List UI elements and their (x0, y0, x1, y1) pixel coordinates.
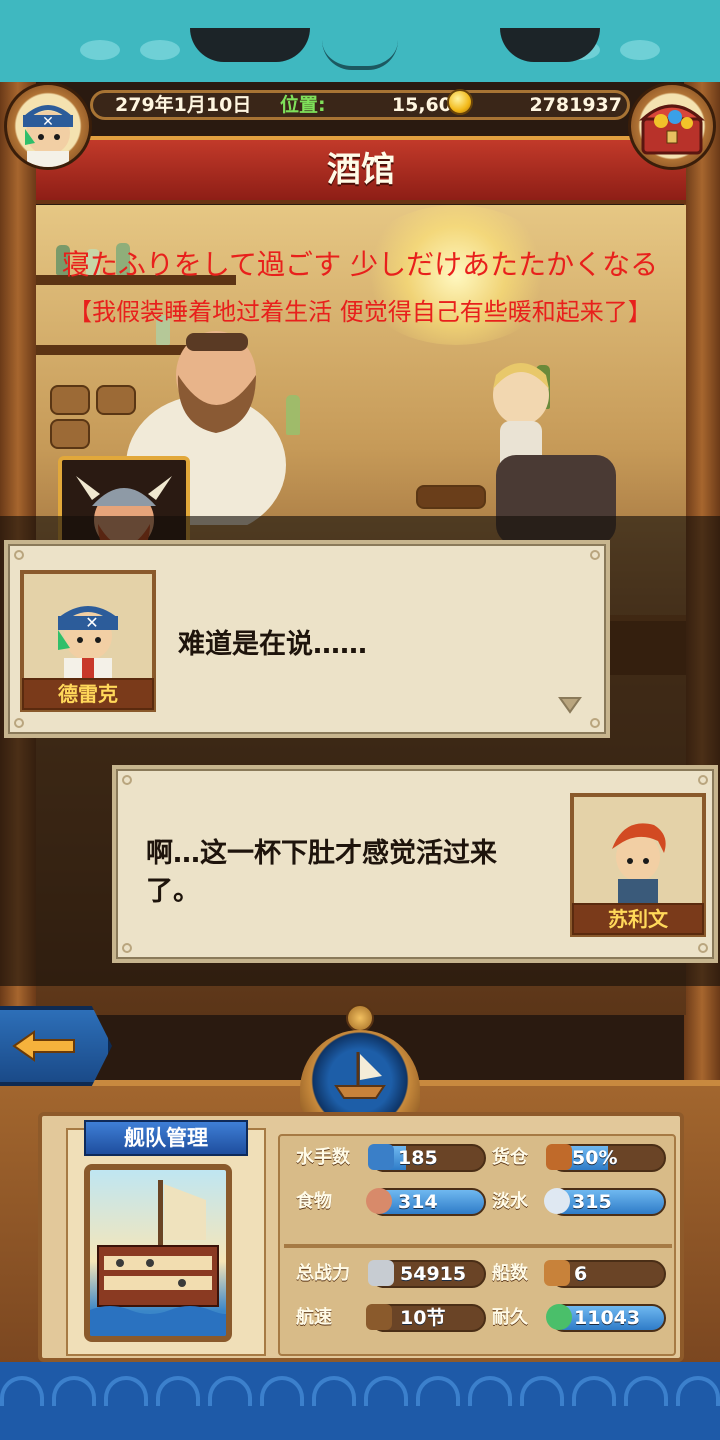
speaker-name: 苏利文 (572, 903, 704, 935)
dialog-box-sullivan[interactable]: 啊…这一杯下肚才感觉活过来 了。 苏利文 (112, 765, 718, 963)
stat-value-cargo: 50% (572, 1147, 618, 1169)
wave (104, 1376, 148, 1406)
sailor-icon (368, 1144, 394, 1170)
wave (0, 1376, 44, 1406)
stat-label-durability: 耐久 (492, 1307, 528, 1328)
speaker-name: 德雷克 (22, 678, 154, 710)
svg-text:✕: ✕ (42, 114, 54, 130)
stat-value-speed: 10节 (400, 1307, 446, 1329)
stat-label-cargo: 货仓 (492, 1147, 528, 1168)
stat-value-water: 315 (572, 1191, 612, 1213)
dialog-corner (698, 943, 708, 953)
dialog-text-line: 了。 (146, 876, 200, 907)
subtitle-japanese: 寝たふりをして過ごす 少しだけあたたかくなる (61, 248, 659, 281)
wave (468, 1376, 512, 1406)
stat-label-water: 淡水 (492, 1191, 528, 1212)
captain-avatar-icon: ✕ (23, 105, 73, 167)
stat-value-ship-count: 6 (574, 1263, 588, 1285)
fleet-management-title[interactable]: 舰队管理 (84, 1120, 248, 1156)
location-label: 位置: (280, 94, 326, 116)
treasure-chest-button[interactable] (628, 82, 716, 170)
ship-count-icon (544, 1260, 570, 1286)
banner-mouth (322, 40, 398, 70)
stat-value-durability: 11043 (574, 1307, 641, 1329)
banner-decoration (140, 40, 180, 60)
dialog-corner (122, 943, 132, 953)
stat-label-sailors: 水手数 (296, 1147, 350, 1168)
location-coordinates: 15,60 (391, 94, 452, 116)
stat-value-combat: 54915 (400, 1263, 467, 1285)
stat-value-sailors: 185 (398, 1147, 438, 1169)
ship-cross-section-image (84, 1164, 232, 1342)
wave (364, 1376, 408, 1406)
treasure-chest-icon (639, 104, 705, 155)
wave (520, 1376, 564, 1406)
wave (260, 1376, 304, 1406)
top-banner (0, 0, 720, 82)
dialog-box-drake[interactable]: ✕ 德雷克 难道是在说…… (4, 540, 610, 738)
back-arrow-icon (10, 1028, 90, 1064)
wave (156, 1376, 200, 1406)
game-date: 279年1月10日 (115, 94, 252, 116)
emblem-ornament (346, 1004, 374, 1032)
combat-icon (368, 1260, 394, 1286)
ship-sail-icon (334, 1052, 386, 1099)
sullivan-portrait-icon (612, 823, 666, 905)
dialog-corner (590, 550, 600, 560)
stool (416, 485, 486, 509)
water-icon (544, 1188, 570, 1214)
wave (416, 1376, 460, 1406)
wave (52, 1376, 96, 1406)
wave (676, 1376, 720, 1406)
stat-label-ship-count: 船数 (492, 1263, 528, 1284)
speaker-portrait: ✕ 德雷克 (20, 570, 156, 712)
stat-label-combat: 总战力 (296, 1263, 350, 1284)
sea-decoration (0, 1362, 720, 1440)
sail-button[interactable] (300, 1030, 420, 1114)
durability-icon (546, 1304, 572, 1330)
dialog-corner (14, 550, 24, 560)
gold-amount: 2781937 (529, 94, 622, 116)
wave (572, 1376, 616, 1406)
food-icon (366, 1188, 392, 1214)
gold-coin-icon (447, 89, 473, 115)
dialog-corner (122, 775, 132, 785)
dialog-corner (698, 775, 708, 785)
barrel (50, 385, 90, 415)
wave (208, 1376, 252, 1406)
ship-image (90, 1180, 226, 1336)
dialog-text: 难道是在说…… (178, 629, 367, 660)
dialog-text: 啊…这一杯下肚才感觉活过来 了。 (146, 835, 556, 915)
wave (624, 1376, 668, 1406)
banner-decoration (620, 40, 660, 60)
player-avatar-button[interactable]: ✕ (4, 82, 92, 170)
next-indicator-icon (558, 697, 582, 714)
banner-eye (190, 28, 310, 62)
drake-portrait-icon: ✕ (58, 606, 118, 682)
dialog-text-line: 啊…这一杯下肚才感觉活过来 (146, 838, 497, 869)
dialog-corner (590, 718, 600, 728)
stats-divider (284, 1244, 672, 1248)
subtitle-chinese: 【我假装睡着地过着生活 便觉得自己有些暖和起来了】 (68, 298, 652, 326)
svg-text:✕: ✕ (85, 613, 98, 632)
banner-decoration (80, 40, 120, 60)
barrel (50, 419, 90, 449)
dialog-corner (14, 718, 24, 728)
stat-label-food: 食物 (296, 1191, 332, 1212)
location-title: 酒馆 (327, 150, 395, 190)
wave (312, 1376, 356, 1406)
speaker-portrait: 苏利文 (570, 793, 706, 937)
cargo-icon (546, 1144, 572, 1170)
stat-value-food: 314 (398, 1191, 438, 1213)
stat-label-speed: 航速 (296, 1307, 332, 1328)
speed-icon (366, 1304, 392, 1330)
